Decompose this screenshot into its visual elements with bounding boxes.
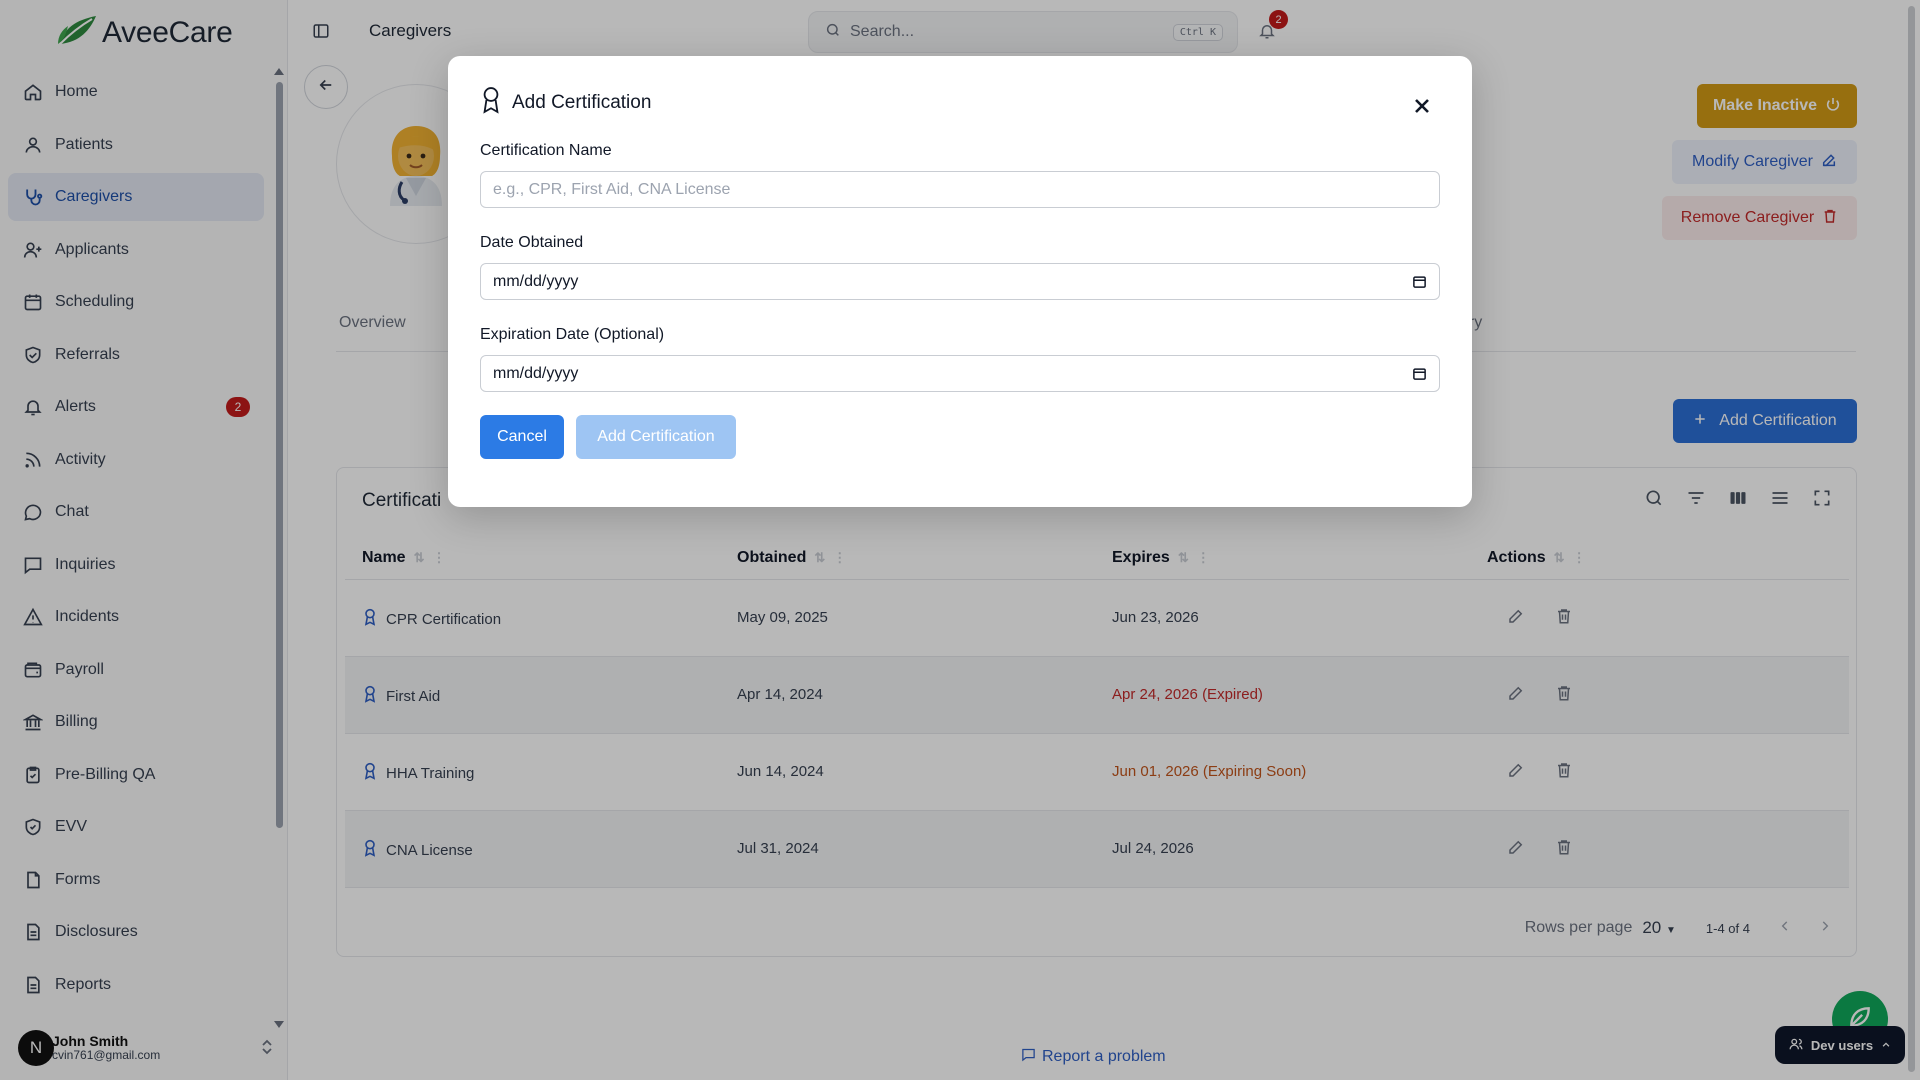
certification-name-input[interactable]: e.g., CPR, First Aid, CNA License bbox=[480, 171, 1440, 208]
add-certification-submit-button[interactable]: Add Certification bbox=[576, 415, 736, 459]
award-icon bbox=[480, 86, 502, 119]
calendar-icon[interactable] bbox=[1412, 366, 1427, 386]
date-obtained-input[interactable]: mm/dd/yyyy bbox=[480, 263, 1440, 300]
date-obtained-value: mm/dd/yyyy bbox=[493, 272, 579, 290]
calendar-icon[interactable] bbox=[1412, 274, 1427, 294]
expiration-date-label: Expiration Date (Optional) bbox=[480, 326, 665, 343]
add-certification-dialog: Add Certification Certification Name e.g… bbox=[448, 56, 1472, 507]
certification-name-placeholder: e.g., CPR, First Aid, CNA License bbox=[493, 180, 731, 198]
certification-name-label: Certification Name bbox=[480, 142, 612, 159]
date-obtained-label: Date Obtained bbox=[480, 234, 584, 251]
close-icon[interactable] bbox=[1410, 94, 1434, 118]
expiration-date-input[interactable]: mm/dd/yyyy bbox=[480, 355, 1440, 392]
modal-title: Add Certification bbox=[512, 91, 652, 113]
expiration-date-value: mm/dd/yyyy bbox=[493, 364, 579, 382]
cancel-button[interactable]: Cancel bbox=[480, 415, 564, 459]
modal-header: Add Certification bbox=[480, 86, 651, 119]
